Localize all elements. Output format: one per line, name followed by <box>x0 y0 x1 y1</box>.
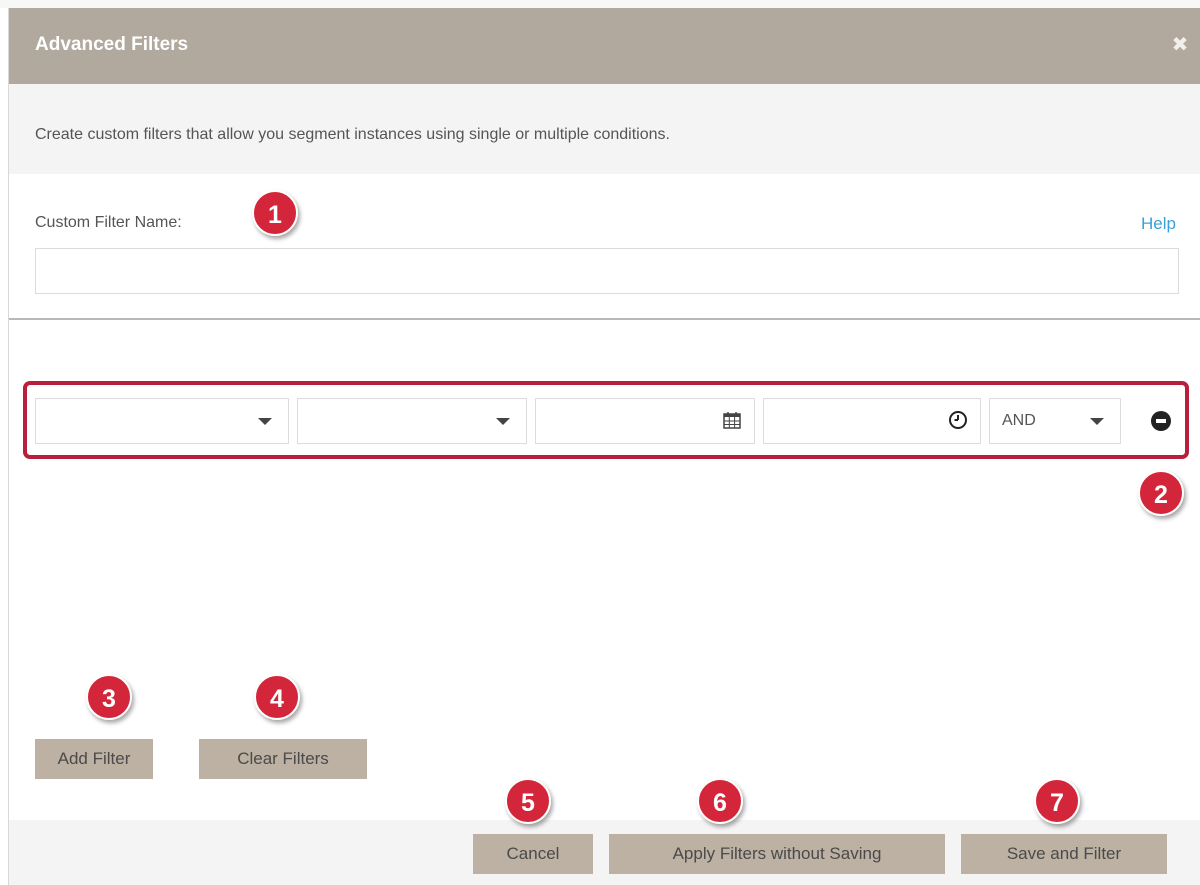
callout-badge-6: 6 <box>697 778 743 824</box>
time-input[interactable] <box>763 398 981 444</box>
field-select[interactable] <box>35 398 289 444</box>
operator-select[interactable] <box>297 398 527 444</box>
chevron-down-icon <box>1090 418 1104 425</box>
chevron-down-icon <box>496 418 510 425</box>
add-filter-button[interactable]: Add Filter <box>35 739 153 779</box>
save-and-filter-button[interactable]: Save and Filter <box>961 834 1167 874</box>
callout-badge-5: 5 <box>505 778 551 824</box>
logic-select-value: AND <box>1002 412 1036 429</box>
advanced-filters-dialog: Advanced Filters ✖ Create custom filters… <box>8 8 1200 885</box>
logic-select[interactable]: AND <box>989 398 1121 444</box>
clock-icon[interactable] <box>948 410 968 430</box>
apply-filters-without-saving-button[interactable]: Apply Filters without Saving <box>609 834 945 874</box>
custom-filter-name-input[interactable] <box>35 248 1179 294</box>
filter-condition-row: AND <box>23 381 1189 459</box>
chevron-down-icon <box>258 418 272 425</box>
description-text: Create custom filters that allow you seg… <box>35 126 670 143</box>
callout-badge-3: 3 <box>86 674 132 720</box>
callout-badge-2: 2 <box>1138 470 1184 516</box>
top-strip <box>0 0 1200 8</box>
calendar-icon[interactable] <box>722 410 742 430</box>
description-panel: Create custom filters that allow you seg… <box>9 84 1200 174</box>
custom-filter-name-label: Custom Filter Name: <box>35 214 182 231</box>
cancel-button[interactable]: Cancel <box>473 834 593 874</box>
callout-badge-1: 1 <box>252 190 298 236</box>
dialog-title: Advanced Filters <box>35 34 189 55</box>
callout-badge-7: 7 <box>1034 778 1080 824</box>
dialog-header: Advanced Filters ✖ <box>9 8 1200 84</box>
remove-condition-icon[interactable] <box>1151 411 1171 431</box>
callout-badge-4: 4 <box>254 674 300 720</box>
date-input[interactable] <box>535 398 755 444</box>
help-link[interactable]: Help <box>1141 214 1176 234</box>
divider <box>9 318 1200 320</box>
close-icon[interactable]: ✖ <box>1169 34 1191 56</box>
clear-filters-button[interactable]: Clear Filters <box>199 739 367 779</box>
